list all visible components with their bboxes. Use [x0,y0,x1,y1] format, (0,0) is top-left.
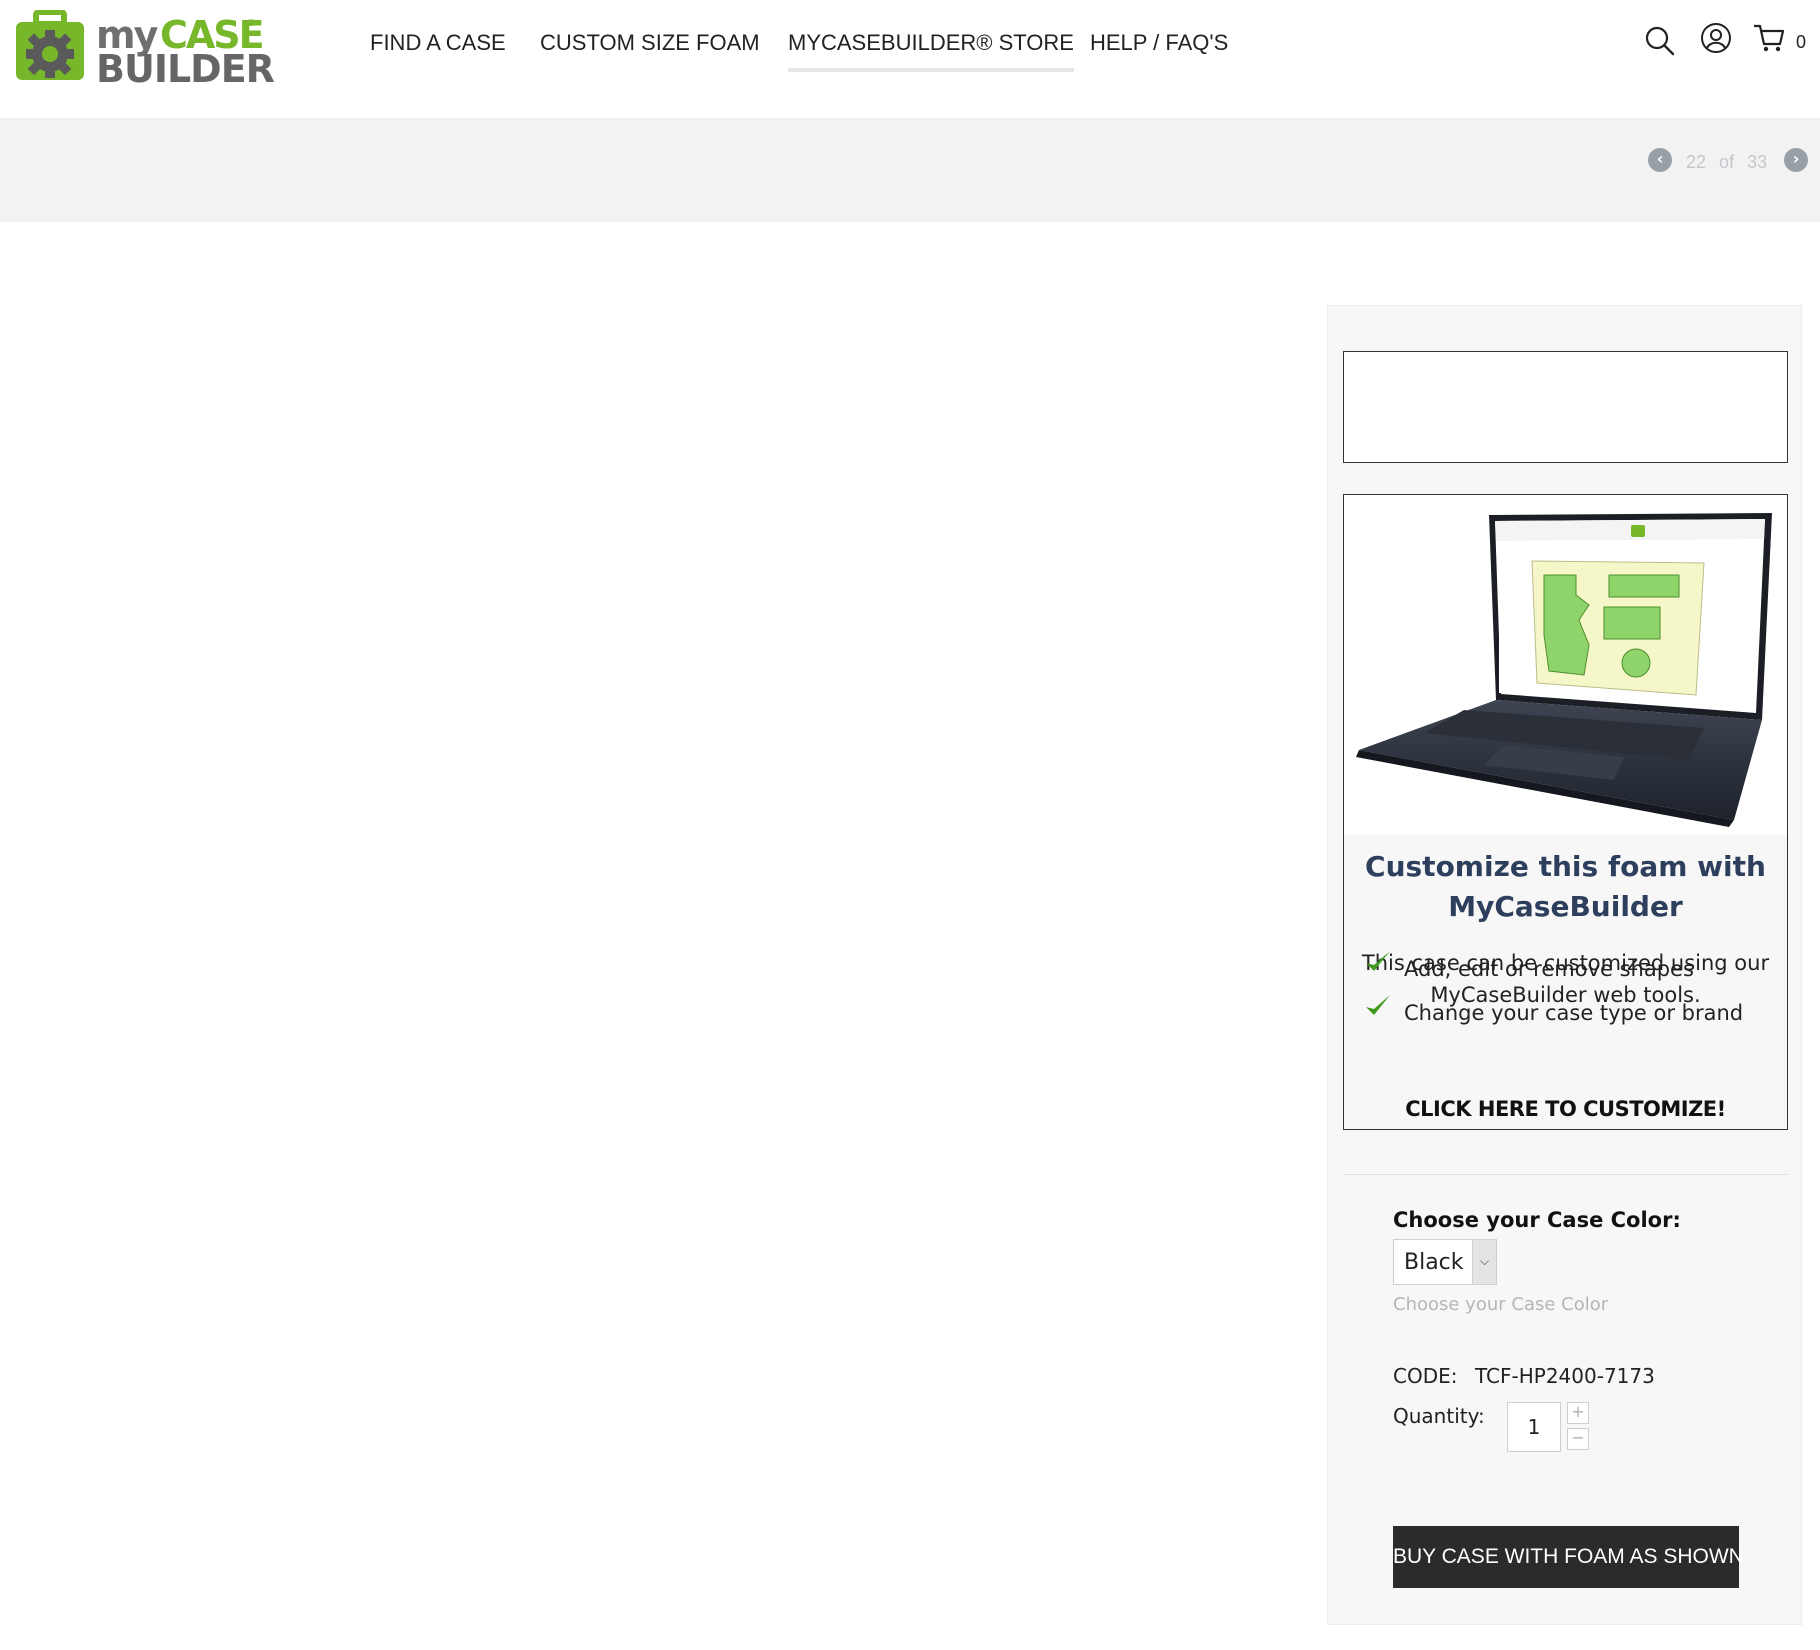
laptop-image [1344,495,1787,835]
nav-help-faqs[interactable]: HELP / FAQ'S [1090,30,1228,68]
nav-custom-size-foam[interactable]: CUSTOM SIZE FOAM [540,30,760,68]
chevron-left-icon[interactable]: ‹ [1648,148,1672,172]
logo-text-builder: BUILDER [96,47,275,91]
product-sidebar: Customize this foam with MyCaseBuilder T… [1327,305,1802,1625]
case-color-select[interactable]: Black ⌵ [1393,1239,1497,1285]
case-color-label: Choose your Case Color: [1393,1208,1681,1232]
promo-bullet-text: Add, edit or remove shapes [1404,957,1694,981]
quantity-label: Quantity: [1393,1404,1485,1428]
pager-of: of [1719,152,1735,172]
case-color-value: Black [1404,1250,1464,1275]
customize-link[interactable]: CLICK HERE TO CUSTOMIZE! [1344,1097,1787,1121]
product-banner [0,118,1820,222]
chevron-right-icon[interactable]: › [1784,148,1808,172]
pager-current: 22 [1686,152,1707,172]
section-divider [1343,1174,1788,1175]
nav-find-a-case[interactable]: FIND A CASE [370,30,506,68]
empty-content-box [1343,351,1788,463]
chevron-down-icon: ⌵ [1472,1240,1496,1284]
pager-total: 33 [1747,152,1768,172]
site-logo[interactable]: my CASE ® BUILDER [14,10,275,88]
checkmark-icon [1366,951,1390,971]
site-header: my CASE ® BUILDER FIND A CASE CUSTOM SIZ… [0,0,1820,118]
product-code: TCF-HP2400-7173 [1475,1364,1655,1388]
laptop-screenshot-icon [1356,513,1772,827]
quantity-input[interactable] [1507,1402,1561,1452]
customize-promo[interactable]: Customize this foam with MyCaseBuilder T… [1343,494,1788,1130]
buy-case-button[interactable]: BUY CASE WITH FOAM AS SHOWN [1393,1526,1744,1588]
cart-count-badge: 0 [1796,32,1807,52]
case-color-help-text: Choose your Case Color [1393,1294,1609,1315]
user-icon[interactable] [1700,22,1732,54]
product-code-label: CODE: [1393,1364,1458,1388]
nav-mycasebuilder-store[interactable]: MYCASEBUILDER® STORE [788,30,1074,72]
quantity-increment-button[interactable]: + [1567,1402,1589,1424]
quantity-decrement-button[interactable]: − [1567,1428,1589,1450]
search-icon[interactable] [1644,25,1676,57]
logo-registered-mark: ® [246,18,256,29]
briefcase-gear-logo-icon [16,10,84,80]
cart-icon[interactable] [1752,22,1786,54]
promo-title: Customize this foam with MyCaseBuilder [1365,850,1766,923]
pager-text: 22 of 33 [1686,152,1767,173]
promo-bullet-text: Change your case type or brand [1404,1001,1744,1025]
checkmark-icon [1366,995,1390,1015]
